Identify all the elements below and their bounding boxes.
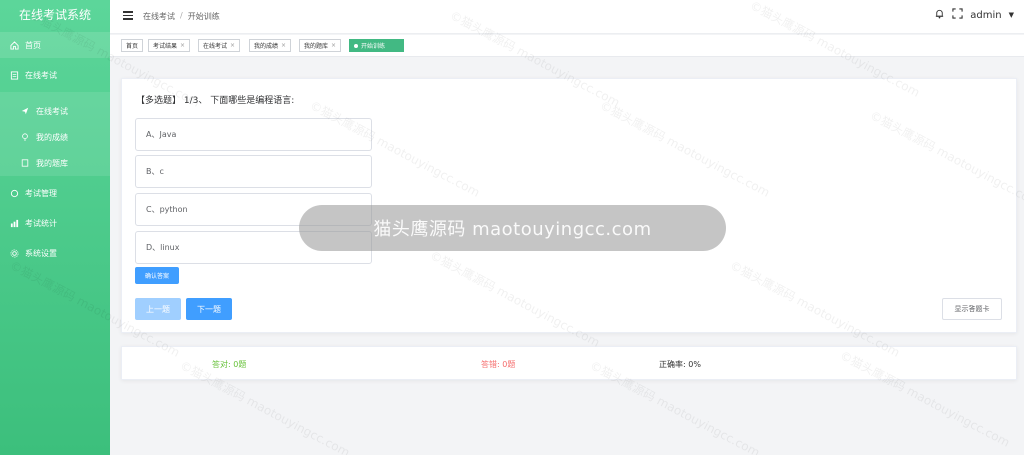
tag-label: 考试结果 (153, 43, 178, 50)
prev-question-button[interactable]: 上一题 (135, 298, 181, 320)
sidebar-item-label: 在线考试 (25, 70, 57, 80)
sidebar-subitem-my-scores[interactable]: 我的成绩 (0, 124, 110, 150)
app-title: 在线考试系统 (18, 8, 91, 22)
stats-bar: 答对: 0题 答错: 0题 正确率: 0% (121, 346, 1017, 380)
send-icon (20, 106, 30, 116)
sidebar-subitem-my-question-bank[interactable]: 我的题库 (0, 150, 110, 176)
bell-icon[interactable] (934, 8, 945, 22)
tags-view: 首页 考试结果 × 在线考试 × 我的成绩 × 我的题库 × 开始训练 (110, 35, 1024, 57)
close-icon[interactable]: × (281, 42, 286, 49)
option-c[interactable]: C、python (135, 193, 372, 226)
sidebar-item-home[interactable]: 首页 (0, 32, 110, 58)
tag-online-exam[interactable]: 在线考试 × (198, 39, 241, 52)
sidebar-item-system-settings[interactable]: 系统设置 (0, 240, 110, 266)
tag-label: 在线考试 (203, 43, 228, 50)
tag-exam-result[interactable]: 考试结果 × (148, 39, 191, 52)
option-d[interactable]: D、linux (135, 231, 372, 264)
sidebar-subitem-online-exam[interactable]: 在线考试 (0, 98, 110, 124)
sidebar-item-label: 系统设置 (25, 248, 57, 258)
tag-label: 我的题库 (304, 43, 329, 50)
sidebar-item-exam-statistics[interactable]: 考试统计 (0, 210, 110, 236)
breadcrumb-item-start-training: 开始训练 (187, 12, 220, 21)
breadcrumb-item-online-exam[interactable]: 在线考试 (143, 11, 175, 22)
next-question-button[interactable]: 下一题 (186, 298, 232, 320)
sidebar-item-label: 在线考试 (36, 106, 68, 116)
book-icon (20, 158, 30, 168)
correct-count: 答对: 0题 (212, 360, 247, 369)
breadcrumb-separator: / (180, 11, 183, 20)
tag-label: 首页 (126, 43, 139, 50)
sidebar-item-exam-management[interactable]: 考试管理 (0, 180, 110, 206)
sidebar: 在线考试系统 首页 在线考试 在线考试 我的成绩 我的题库 考试管理 考试统计 … (0, 0, 110, 455)
wrong-count: 答错: 0题 (481, 360, 516, 369)
top-header: 在线考试 / 开始训练 admin ▼ (110, 0, 1024, 34)
chart-icon (9, 218, 19, 228)
show-answer-card-button[interactable]: 显示答题卡 (942, 298, 1002, 320)
question-title: 【多选题】 1/3、 下面哪些是编程语言: (136, 96, 295, 106)
accuracy-rate: 正确率: 0% (659, 360, 701, 369)
user-name[interactable]: admin (970, 10, 1001, 21)
tag-my-question-bank[interactable]: 我的题库 × (299, 39, 342, 52)
close-icon[interactable]: × (180, 42, 185, 49)
active-dot-icon (354, 43, 358, 48)
confirm-answer-button[interactable]: 确认答案 (135, 267, 179, 284)
option-b[interactable]: B、c (135, 155, 372, 188)
question-card: 【多选题】 1/3、 下面哪些是编程语言: A、Java B、c C、pytho… (121, 78, 1017, 333)
settings-icon (9, 188, 19, 198)
sidebar-item-label: 我的题库 (36, 158, 68, 168)
sidebar-item-label: 我的成绩 (36, 132, 68, 142)
caret-down-icon[interactable]: ▼ (1009, 11, 1014, 19)
close-icon[interactable]: × (331, 42, 336, 49)
gear-icon (9, 248, 19, 258)
header-actions: admin ▼ (934, 8, 1014, 22)
sidebar-item-label: 首页 (25, 40, 41, 50)
home-icon (9, 40, 19, 50)
tag-my-scores[interactable]: 我的成绩 × (249, 39, 292, 52)
option-a[interactable]: A、Java (135, 118, 372, 151)
tag-label: 我的成绩 (254, 43, 279, 50)
exam-icon (9, 70, 19, 80)
tag-label: 开始训练 (361, 43, 386, 50)
sidebar-item-label: 考试管理 (25, 188, 57, 198)
tag-start-training[interactable]: 开始训练 (349, 39, 404, 52)
fullscreen-icon[interactable] (952, 8, 963, 22)
breadcrumb: 在线考试 / 开始训练 (143, 11, 220, 22)
sidebar-item-label: 考试统计 (25, 218, 57, 228)
pin-icon (20, 132, 30, 142)
close-icon[interactable]: × (230, 42, 235, 49)
hamburger-menu-icon[interactable] (123, 11, 133, 20)
sidebar-item-online-exam[interactable]: 在线考试 (0, 62, 110, 88)
tag-home[interactable]: 首页 (121, 39, 144, 52)
